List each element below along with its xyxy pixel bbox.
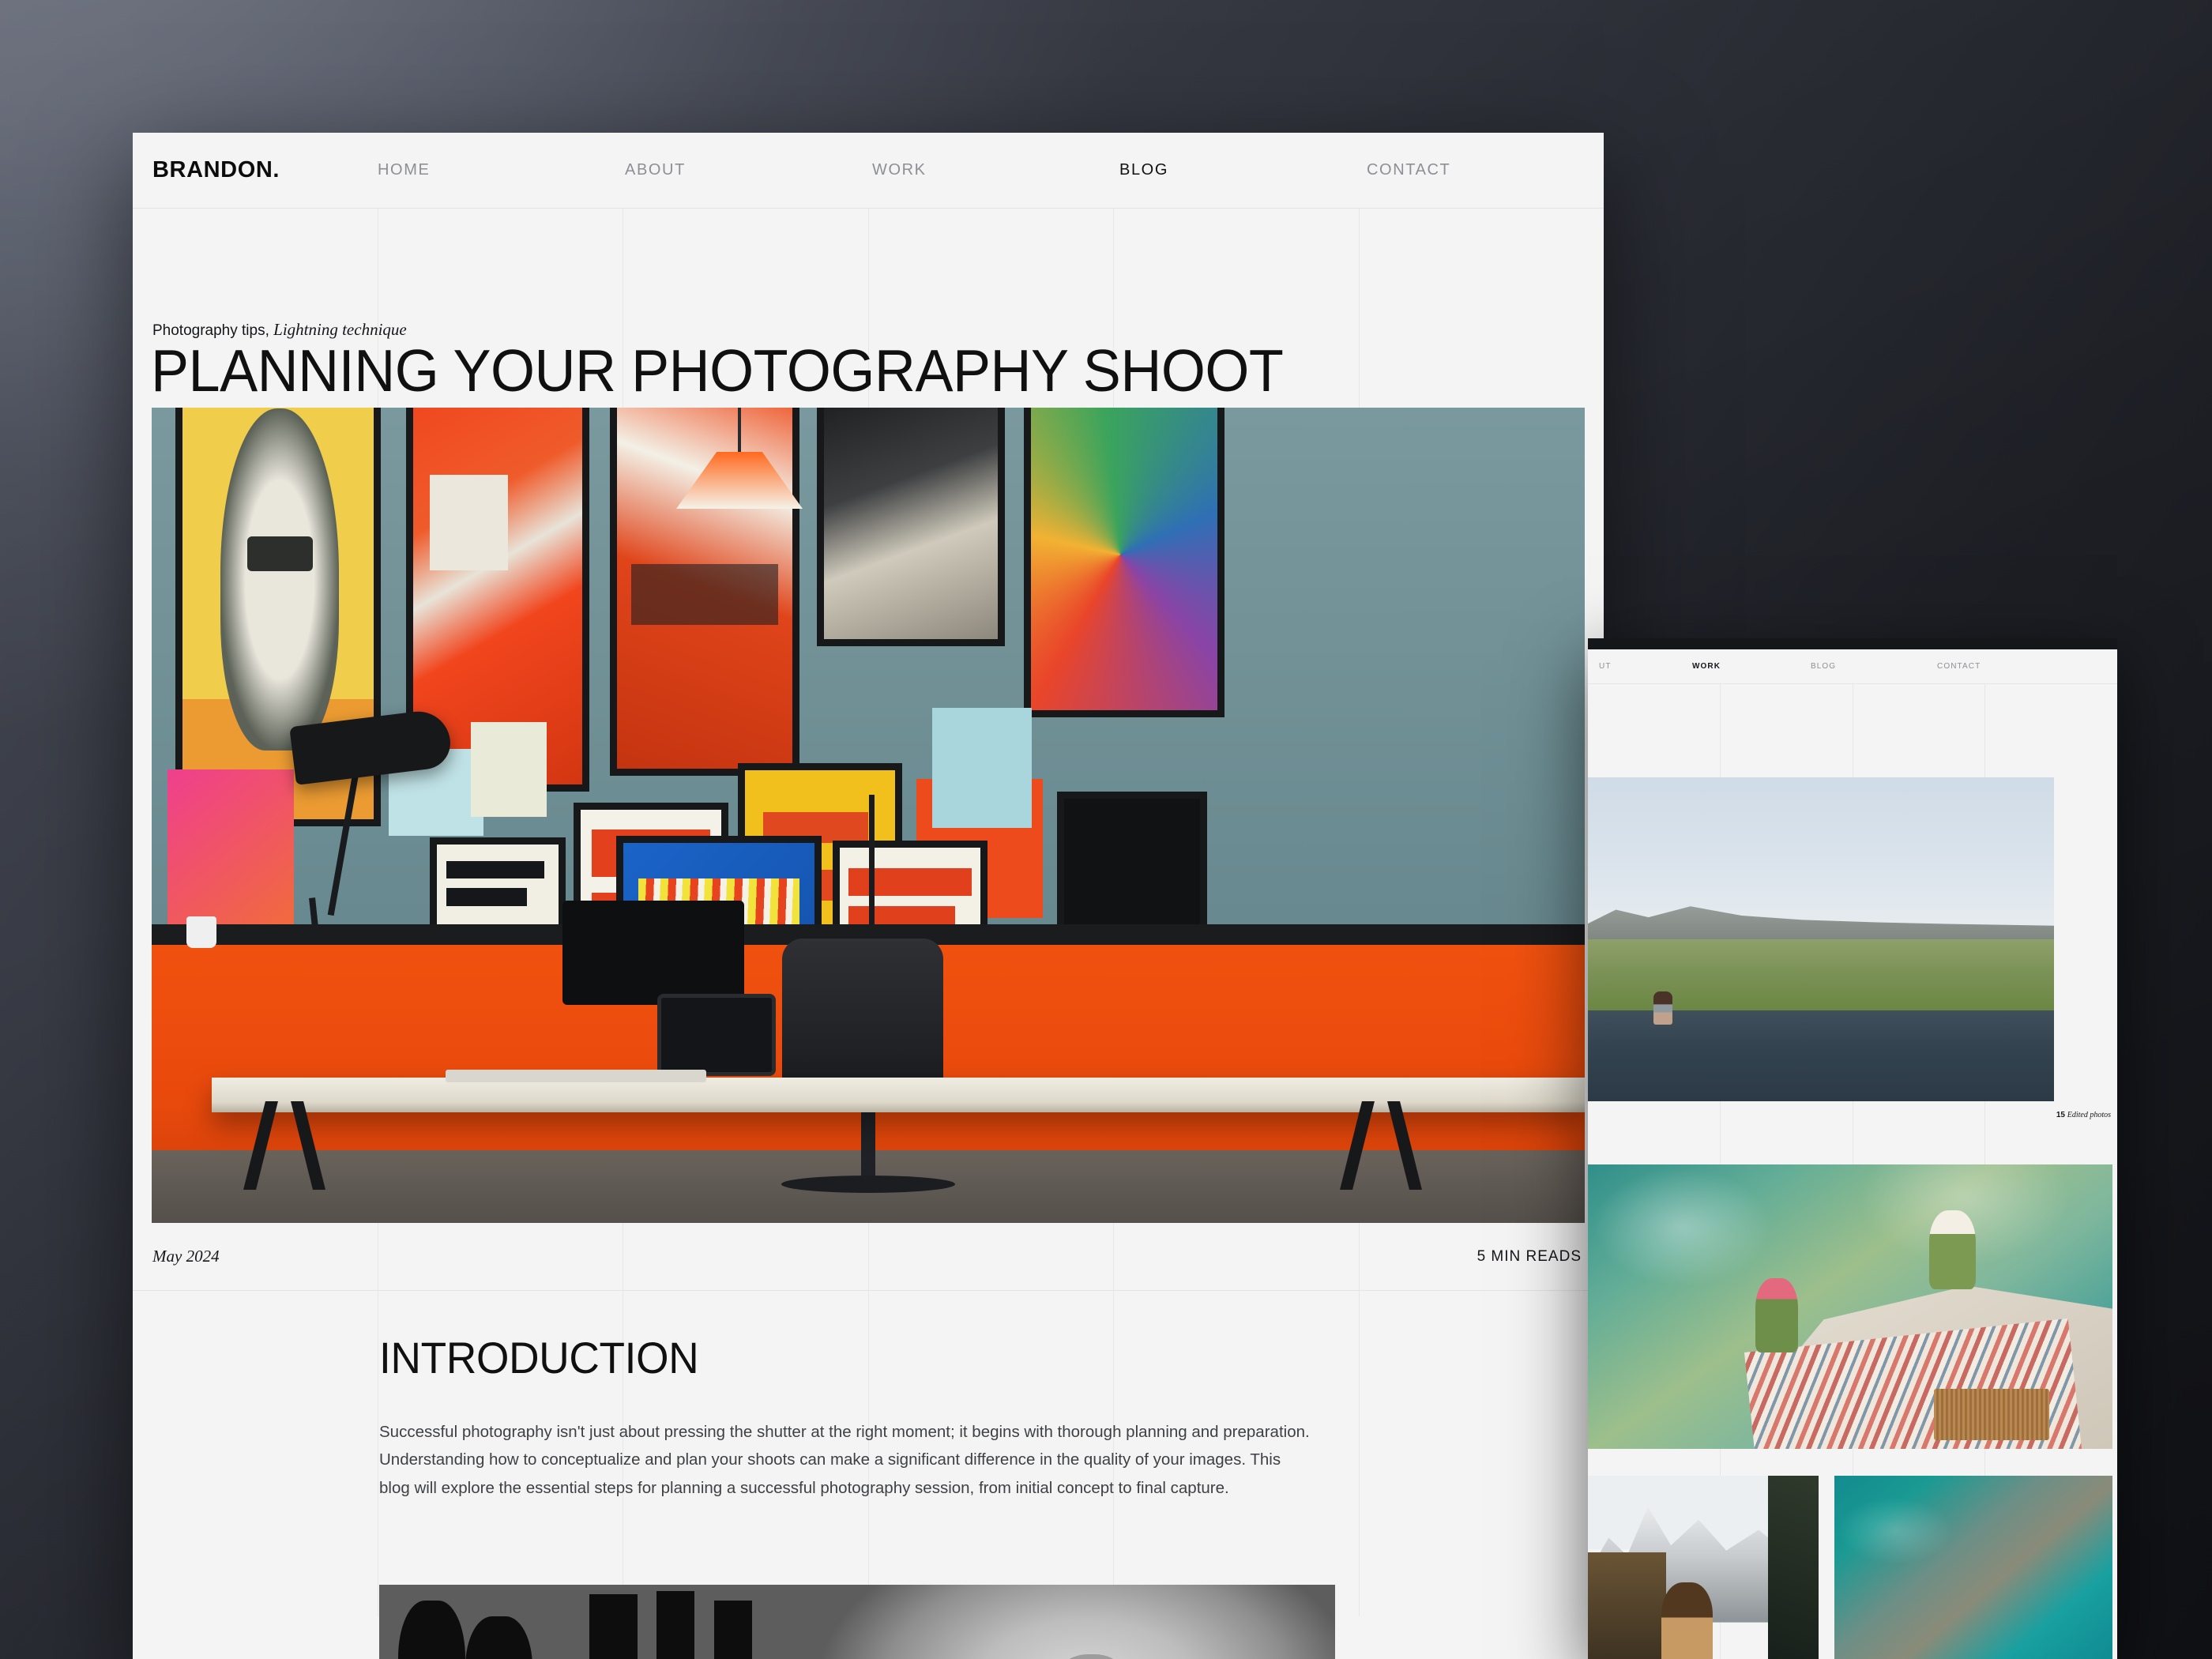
desk-mug [186,916,216,948]
pendant-cord [738,408,741,455]
second-navigation: UT WORK BLOG CONTACT [1588,649,2117,683]
poster-cream [471,722,547,817]
bw-light-stand [589,1594,638,1659]
article-meta-bar: May 2024 5 MIN READS [133,1223,1604,1291]
layout-grid-lines [133,1223,1604,1290]
photo-flower-vase-right [1928,1209,1977,1290]
article-title-block: Photography tips, Lightning technique PL… [133,209,1604,408]
photo-reef-water [1834,1476,2112,1659]
nav-link-work[interactable]: WORK [872,161,927,179]
poster-portrait-mouth [247,536,313,571]
bw-light-stand2 [656,1591,695,1659]
nav-link-about[interactable]: ABOUT [625,161,686,179]
poster-shape [630,563,779,625]
introduction-body-text: Successful photography isn't just about … [379,1423,1310,1497]
second-nav-link-contact[interactable]: CONTACT [1937,662,1981,671]
main-navigation: HOME ABOUT WORK BLOG CONTACT [378,161,1604,179]
nav-item-blog[interactable]: BLOG [1119,161,1367,179]
poster-art [1031,408,1217,710]
article-hero-photo [152,408,1585,1223]
bw-figure-left [398,1601,465,1659]
poster-letter-row [446,860,544,879]
introduction-section: INTRODUCTION Successful photography isn'… [133,1291,1604,1659]
poster-rainbow-spiral [1024,408,1224,717]
poster-red-abstract-2 [610,408,799,776]
desk-surface [212,1078,1585,1112]
article-read-time: 5 MIN READS [1477,1247,1582,1265]
second-window-content: 15 Edited photos [1588,684,2117,1659]
poster-letter-row [446,887,527,906]
gallery-caption: 15 Edited photos [2056,1111,2111,1119]
photo-flower-vase-left [1755,1278,1798,1352]
poster-letter-row [848,868,972,896]
brand-logo[interactable]: BRANDON. [133,157,378,183]
photo-person [1653,991,1672,1025]
gallery-photo-hot-spring[interactable] [1588,777,2054,1101]
bw-figure-left2 [465,1616,532,1659]
photo-forest-left [1588,1552,1667,1659]
bw-figure-right [1048,1654,1134,1659]
poster-bw-photo [817,408,1005,646]
nav-link-home[interactable]: HOME [378,161,430,179]
second-nav-link-work[interactable]: WORK [1692,662,1811,671]
blog-article-window: BRANDON. HOME ABOUT WORK BLOG CONTACT Ph… [133,133,1604,1659]
gallery-photo-teal-water[interactable] [1834,1476,2112,1659]
site-header: BRANDON. HOME ABOUT WORK BLOG CONTACT [133,133,1604,209]
nav-link-contact[interactable]: CONTACT [1367,161,1450,179]
desk-keyboard [446,1070,706,1082]
poster-shape [430,475,508,570]
gallery-photo-mountains[interactable] [1588,1476,1819,1659]
second-nav-link-blog[interactable]: BLOG [1811,662,1937,671]
window-title-strip [1588,638,2117,649]
article-headline: PLANNING YOUR PHOTOGRAPHY SHOOT [151,337,1284,404]
poster-portrait-face [220,408,340,751]
bw-light-stand3 [713,1601,752,1659]
nav-item-home[interactable]: HOME [378,161,625,179]
work-gallery-window: UT WORK BLOG CONTACT 15 Edited photos [1588,638,2117,1659]
photo-person-beanie [1661,1582,1713,1659]
chair-post [861,1104,875,1180]
nav-item-about[interactable]: ABOUT [625,161,872,179]
nav-item-contact[interactable]: CONTACT [1367,161,1604,179]
gallery-photo-picnic[interactable] [1588,1164,2112,1449]
poster-pink-leaning [167,769,294,927]
caption-count: 15 [2056,1111,2065,1119]
second-nav-link-about[interactable]: UT [1599,662,1692,671]
nav-link-blog[interactable]: BLOG [1119,161,1168,179]
photo-forest-right [1767,1476,1819,1659]
section-title-introduction: INTRODUCTION [379,1333,699,1382]
introduction-inline-photo [379,1585,1335,1659]
photo-picnic-basket [1934,1389,2050,1441]
desk-laptop [657,994,776,1076]
article-date: May 2024 [152,1247,220,1266]
second-site-header: UT WORK BLOG CONTACT [1588,649,2117,684]
poster-art [824,408,998,639]
desk-monitor [562,901,744,1005]
caption-label: Edited photos [2067,1111,2111,1119]
nav-item-work[interactable]: WORK [872,161,1119,179]
photo-sky [1588,777,2054,930]
chair-base [781,1176,955,1193]
poster-light-blue [932,708,1032,828]
